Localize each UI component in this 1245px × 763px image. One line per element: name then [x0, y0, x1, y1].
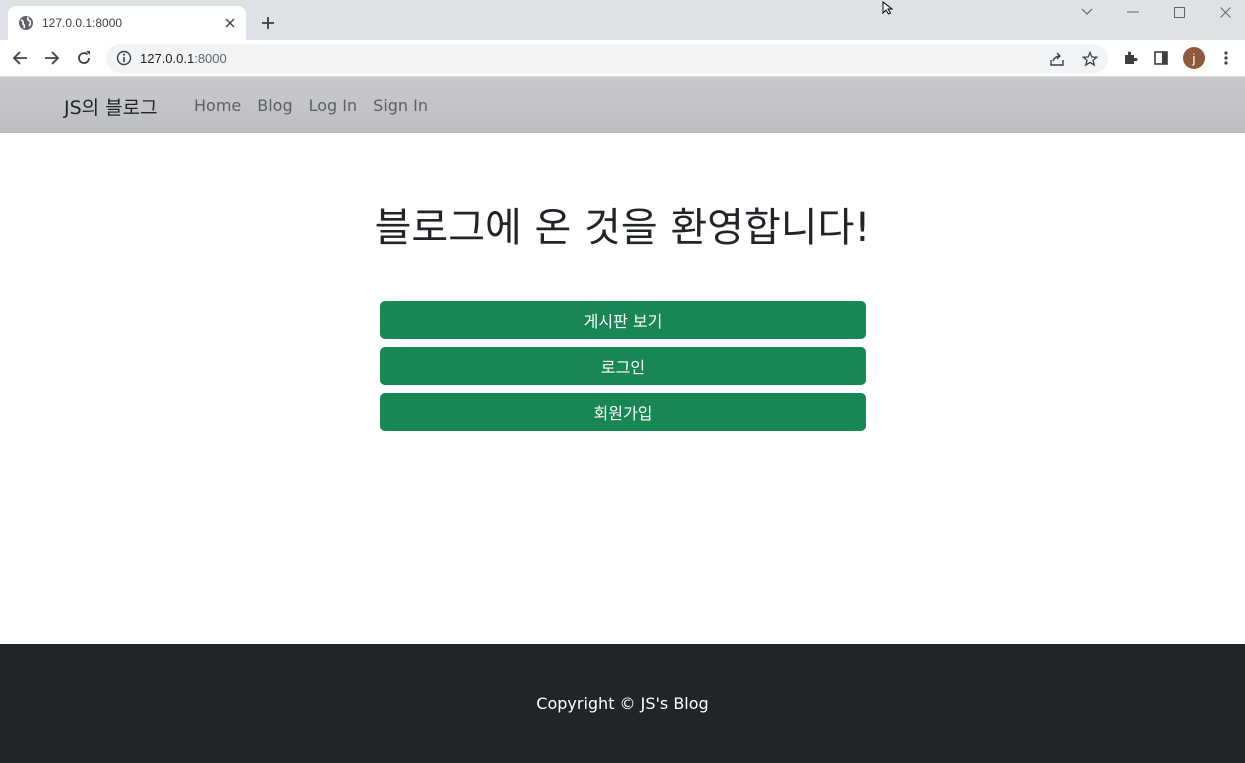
- view-board-button[interactable]: 게시판 보기: [380, 301, 866, 339]
- url-text: 127.0.0.1:8000: [140, 51, 227, 66]
- mouse-cursor-icon: [882, 0, 896, 19]
- site-navbar: JS의 블로그 Home Blog Log In Sign In: [0, 77, 1245, 133]
- minimize-icon[interactable]: [1110, 0, 1156, 24]
- more-menu-icon[interactable]: [1212, 44, 1240, 72]
- url-port: :8000: [194, 51, 227, 66]
- share-icon[interactable]: [1047, 49, 1067, 69]
- star-icon[interactable]: [1080, 49, 1100, 69]
- nav-link-blog[interactable]: Blog: [257, 96, 292, 115]
- back-arrow-icon[interactable]: [6, 44, 34, 72]
- close-icon[interactable]: [220, 13, 240, 33]
- maximize-icon[interactable]: [1156, 0, 1202, 24]
- globe-icon: [18, 15, 34, 31]
- navbar-brand[interactable]: JS의 블로그: [64, 93, 158, 120]
- login-button[interactable]: 로그인: [380, 347, 866, 385]
- page-title: 블로그에 온 것을 환영합니다!: [374, 205, 871, 251]
- info-icon[interactable]: [116, 50, 132, 66]
- reload-icon[interactable]: [70, 44, 98, 72]
- nav-link-signin[interactable]: Sign In: [373, 96, 428, 115]
- nav-link-login[interactable]: Log In: [309, 96, 358, 115]
- browser-toolbar: 127.0.0.1:8000: [0, 40, 1245, 77]
- site-footer: Copyright © JS's Blog: [0, 644, 1245, 763]
- browser-tab[interactable]: 127.0.0.1:8000: [8, 6, 246, 40]
- url-host: 127.0.0.1: [140, 51, 195, 66]
- nav-links: Home Blog Log In Sign In: [194, 96, 428, 115]
- window-close-icon[interactable]: [1202, 0, 1245, 24]
- nav-link-home[interactable]: Home: [194, 96, 241, 115]
- tab-title: 127.0.0.1:8000: [42, 16, 123, 30]
- signup-button[interactable]: 회원가입: [380, 393, 866, 431]
- tab-search-icon[interactable]: [1064, 0, 1110, 24]
- address-bar[interactable]: 127.0.0.1:8000: [106, 44, 1108, 73]
- new-tab-button[interactable]: [256, 11, 280, 35]
- browser-tab-strip: 127.0.0.1:8000: [0, 0, 1245, 40]
- side-panel-icon[interactable]: [1147, 44, 1175, 72]
- copyright-text: Copyright © JS's Blog: [536, 694, 709, 713]
- forward-arrow-icon[interactable]: [38, 44, 66, 72]
- extensions-icon[interactable]: [1116, 44, 1144, 72]
- profile-avatar[interactable]: j: [1183, 47, 1205, 69]
